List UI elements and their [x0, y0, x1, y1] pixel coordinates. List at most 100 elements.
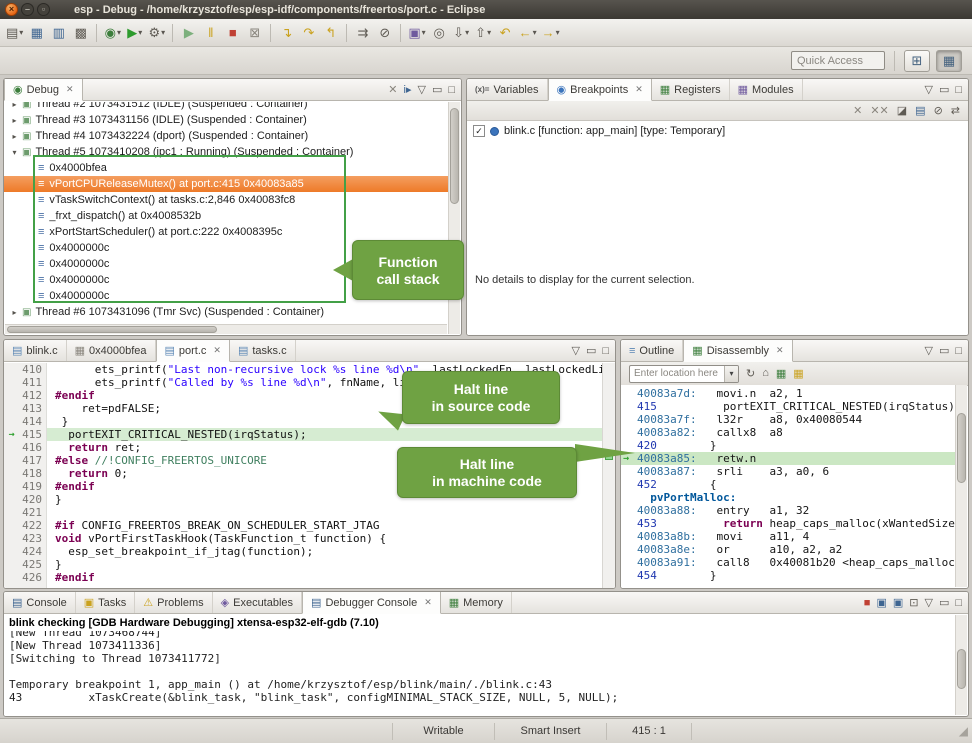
tab-port-c[interactable]: ▤port.c✕ — [156, 340, 230, 362]
disassembly-line[interactable]: pvPortMalloc: — [621, 491, 955, 504]
minimize-view-button[interactable]: ▭ — [939, 83, 949, 96]
tab-close-icon[interactable]: ✕ — [776, 345, 784, 356]
disassembly-line[interactable]: 40083a7f: l32r a8, 0x40080544 — [621, 413, 955, 426]
tab-0x4000bfea[interactable]: ▦0x4000bfea — [67, 340, 156, 361]
code-line[interactable]: 426#endif — [4, 571, 602, 584]
show-breakpoints-supported-button[interactable]: ◪ — [897, 104, 907, 117]
code-line[interactable]: 424 esp_set_breakpoint_if_jtag(function)… — [4, 545, 602, 558]
instruction-stepping-mode-button[interactable]: ⇉ — [352, 22, 373, 44]
window-minimize-button[interactable]: – — [21, 3, 34, 16]
step-over-button[interactable]: ↷ — [298, 22, 319, 44]
maximize-view-button[interactable]: □ — [955, 597, 962, 609]
window-close-button[interactable]: × — [5, 3, 18, 16]
tab-close-icon[interactable]: ✕ — [66, 84, 74, 95]
tab-console[interactable]: ▤Console — [4, 592, 76, 613]
disassembly-line[interactable]: 40083a87: srli a3, a0, 6 — [621, 465, 955, 478]
external-tools-button[interactable]: ⚙▾ — [146, 22, 167, 44]
tab-disassembly[interactable]: ▦Disassembly✕ — [683, 340, 792, 362]
tab-modules[interactable]: ▦Modules — [730, 79, 803, 100]
remove-all-breakpoints-button[interactable]: ✕✕ — [870, 104, 888, 117]
code-line[interactable]: 422#if CONFIG_FREERTOS_BREAK_ON_SCHEDULE… — [4, 519, 602, 532]
debug-perspective-button[interactable]: ▦ — [936, 50, 962, 72]
minimize-view-button[interactable]: ▭ — [586, 344, 596, 357]
tab-outline[interactable]: ≡Outline — [621, 340, 683, 361]
forward-button[interactable]: →▾ — [540, 22, 562, 44]
dropdown-arrow-icon[interactable]: ▾ — [487, 28, 491, 37]
debug-button[interactable]: ◉▾ — [102, 22, 123, 44]
link-with-debug-view-button[interactable]: ⇄ — [951, 104, 960, 117]
breakpoint-item[interactable]: ✓ blink.c [function: app_main] [type: Te… — [467, 122, 968, 140]
scrollbar-thumb[interactable] — [957, 649, 966, 689]
disassembly-view[interactable]: 40083a7d: movi.n a2, 1415 portEXIT_CRITI… — [621, 385, 955, 588]
code-line[interactable]: 414 } — [4, 415, 602, 428]
tree-collapsed-icon[interactable]: ▸ — [10, 116, 19, 125]
quick-access-input[interactable] — [791, 51, 885, 70]
terminate-button[interactable]: ■ — [222, 22, 243, 44]
code-line[interactable]: 419#endif — [4, 480, 602, 493]
tree-expanded-icon[interactable]: ▾ — [10, 148, 19, 157]
tab-variables[interactable]: (x)=Variables — [467, 79, 548, 100]
maximize-view-button[interactable]: □ — [955, 345, 962, 357]
stack-frame-row[interactable]: ≡0x4000bfea — [4, 160, 448, 176]
display-selected-console-button[interactable]: ▣ — [876, 596, 886, 609]
view-menu-button[interactable]: ▽ — [924, 83, 932, 96]
save-all-button[interactable]: ▥ — [48, 22, 69, 44]
stack-frame-row[interactable]: ≡0x4000000c — [4, 288, 448, 304]
maximize-view-button[interactable]: □ — [955, 84, 962, 96]
minimize-view-button[interactable]: ▭ — [939, 344, 949, 357]
suspend-button[interactable]: ‖ — [200, 22, 221, 44]
remove-selected-breakpoints-button[interactable]: ✕ — [853, 104, 862, 117]
remove-all-terminated-button[interactable]: ✕ — [388, 83, 397, 96]
code-line[interactable]: 410 ets_printf("Last non-recursive lock … — [4, 363, 602, 376]
disassembly-line[interactable]: 40083a91: call8 0x40081b20 <heap_caps_ma… — [621, 556, 955, 569]
view-menu-button[interactable]: ▽ — [924, 344, 932, 357]
stack-frame-row[interactable]: ≡0x4000000c — [4, 272, 448, 288]
code-line[interactable]: →415 portEXIT_CRITICAL_NESTED(irqStatus)… — [4, 428, 602, 441]
dropdown-arrow-icon[interactable]: ▾ — [117, 28, 121, 37]
disassembly-line[interactable]: 454 } — [621, 569, 955, 582]
disassembly-line[interactable]: 40083a88: entry a1, 32 — [621, 504, 955, 517]
maximize-view-button[interactable]: □ — [602, 345, 609, 357]
next-annotation-button[interactable]: ⇩▾ — [451, 22, 472, 44]
code-line[interactable]: 420} — [4, 493, 602, 506]
stack-frame-row[interactable]: ≡vTaskSwitchContext() at tasks.c:2,846 0… — [4, 192, 448, 208]
disassembly-line[interactable]: 40083a8b: movi a11, 4 — [621, 530, 955, 543]
print-button[interactable]: ▩ — [70, 22, 91, 44]
step-return-button[interactable]: ↰ — [320, 22, 341, 44]
stack-frame-row[interactable]: ≡0x4000000c — [4, 256, 448, 272]
resume-button[interactable]: ▶ — [178, 22, 199, 44]
code-line[interactable]: 413 ret=pdFALSE; — [4, 402, 602, 415]
code-line[interactable]: 416 return ret; — [4, 441, 602, 454]
home-pc-button[interactable]: ⌂ — [762, 367, 769, 380]
skip-all-breakpoints-button[interactable]: ⊘ — [934, 104, 943, 117]
tab-breakpoints[interactable]: ◉Breakpoints✕ — [548, 79, 652, 101]
disassembly-line[interactable]: 452 { — [621, 478, 955, 491]
skip-all-breakpoints-button[interactable]: ⊘ — [374, 22, 395, 44]
last-edit-location-button[interactable]: ↶ — [495, 22, 516, 44]
tab-problems[interactable]: ⚠Problems — [135, 592, 212, 613]
thread-row[interactable]: ▾▣Thread #5 1073410208 (ipc1 : Running) … — [4, 144, 448, 160]
tab-executables[interactable]: ◈Executables — [213, 592, 302, 613]
console-output[interactable]: blink checking [GDB Hardware Debugging] … — [4, 615, 955, 716]
tab-close-icon[interactable]: ✕ — [213, 345, 221, 356]
thread-row[interactable]: ▸▣Thread #2 1073431512 (IDLE) (Suspended… — [4, 102, 448, 112]
scrollbar-thumb[interactable] — [7, 326, 217, 333]
thread-row[interactable]: ▸▣Thread #3 1073431156 (IDLE) (Suspended… — [4, 112, 448, 128]
instruction-stepping-button[interactable]: i▸ — [404, 83, 412, 96]
tree-collapsed-icon[interactable]: ▸ — [10, 308, 19, 317]
stack-frame-row[interactable]: ≡vPortCPUReleaseMutex() at port.c:415 0x… — [4, 176, 448, 192]
disconnect-button[interactable]: ⊠ — [244, 22, 265, 44]
tab-close-icon[interactable]: ✕ — [635, 84, 643, 95]
dropdown-arrow-icon[interactable]: ▾ — [161, 28, 165, 37]
thread-row[interactable]: ▸▣Thread #6 1073431096 (Tmr Svc) (Suspen… — [4, 304, 448, 320]
breakpoint-checkbox[interactable]: ✓ — [473, 125, 485, 137]
disassembly-line[interactable]: 453 return heap_caps_malloc(xWantedSize — [621, 517, 955, 530]
search-button[interactable]: ◎ — [429, 22, 450, 44]
code-line[interactable]: 418 return 0; — [4, 467, 602, 480]
code-line[interactable]: 423void vPortFirstTaskHook(TaskFunction_… — [4, 532, 602, 545]
show-source-button[interactable]: ▦ — [776, 367, 786, 380]
tab-tasks[interactable]: ▣Tasks — [76, 592, 136, 613]
view-menu-button[interactable]: ▽ — [924, 596, 932, 609]
dropdown-arrow-icon[interactable]: ▾ — [19, 28, 23, 37]
previous-annotation-button[interactable]: ⇧▾ — [473, 22, 494, 44]
